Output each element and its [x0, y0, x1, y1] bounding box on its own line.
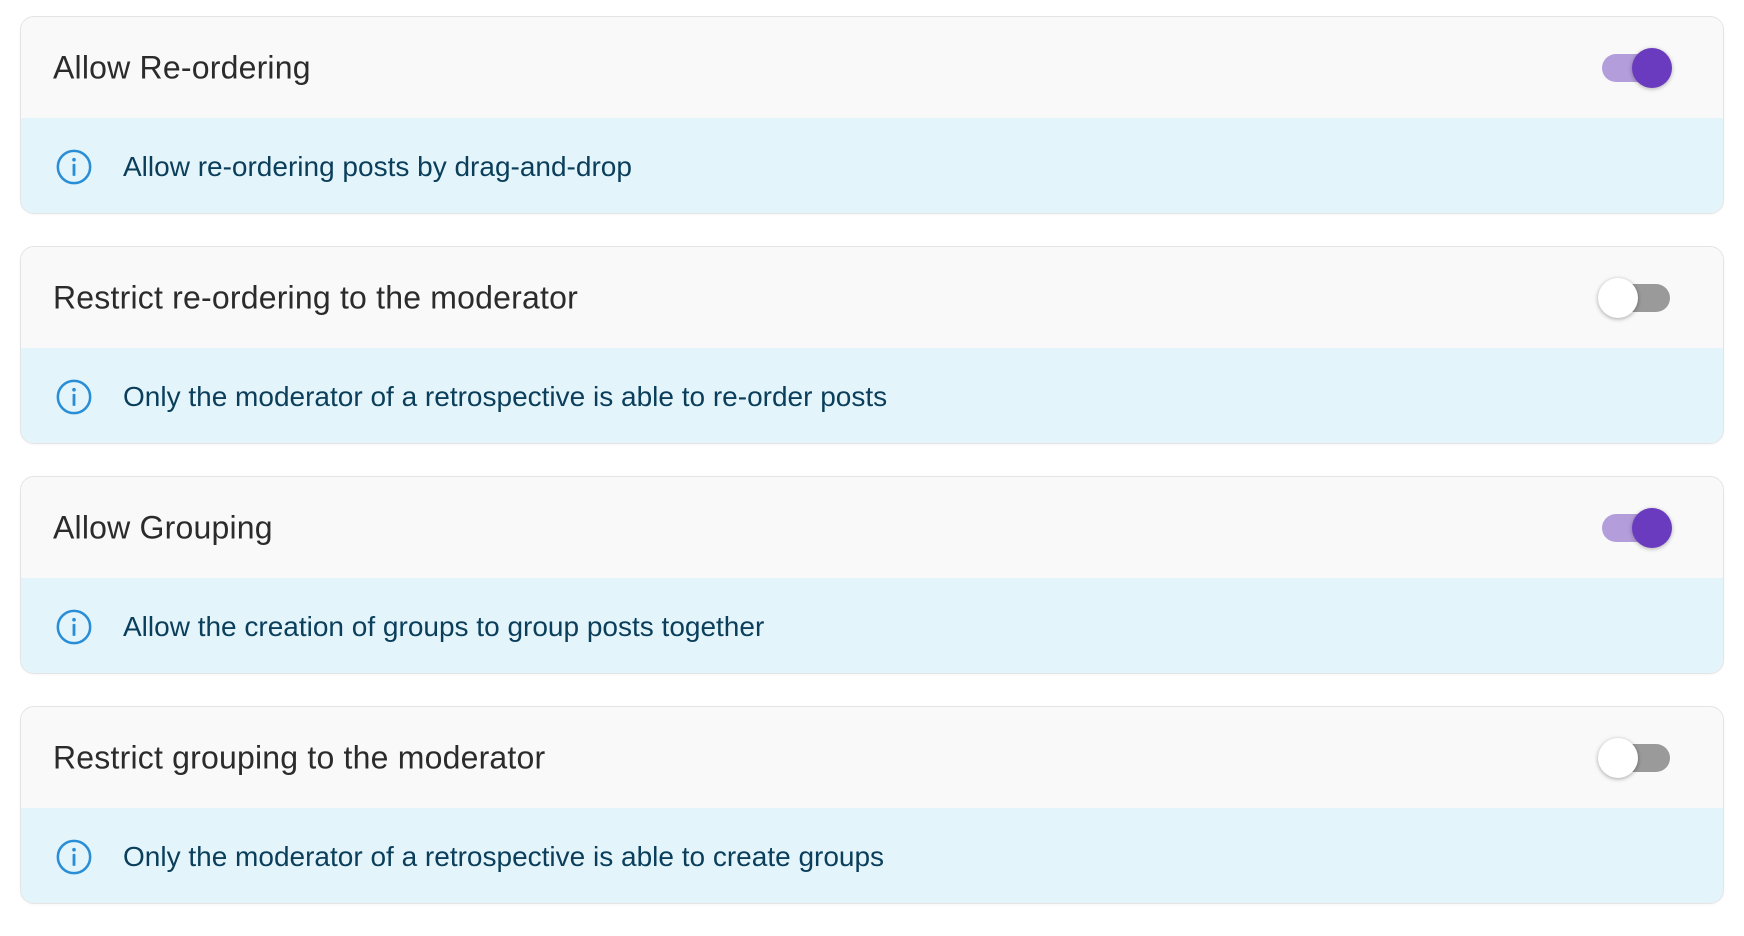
info-icon [56, 839, 92, 874]
setting-info: Allow the creation of groups to group po… [21, 578, 1723, 673]
toggle-thumb [1632, 47, 1672, 88]
setting-info: Allow re-ordering posts by drag-and-drop [21, 118, 1723, 213]
info-icon [56, 379, 92, 414]
allow-grouping-toggle[interactable] [1598, 506, 1672, 550]
setting-card-restrict-grouping: Restrict grouping to the moderator Only … [20, 706, 1724, 904]
setting-info: Only the moderator of a retrospective is… [21, 808, 1723, 903]
setting-info-text: Allow re-ordering posts by drag-and-drop [123, 150, 632, 182]
restrict-reordering-toggle[interactable] [1598, 276, 1672, 320]
setting-info: Only the moderator of a retrospective is… [21, 348, 1723, 443]
restrict-grouping-toggle[interactable] [1598, 736, 1672, 780]
toggle-thumb [1598, 737, 1638, 778]
info-icon [56, 609, 92, 644]
setting-title: Allow Re-ordering [53, 49, 311, 85]
setting-title: Restrict re-ordering to the moderator [53, 279, 578, 315]
setting-info-text: Only the moderator of a retrospective is… [123, 380, 888, 412]
allow-reordering-toggle[interactable] [1598, 46, 1672, 90]
setting-card-allow-grouping: Allow Grouping Allow the creation of gro… [20, 476, 1724, 674]
settings-list: Allow Re-ordering Allow re-ordering post… [20, 16, 1724, 936]
setting-header: Allow Grouping [21, 477, 1723, 578]
setting-info-text: Allow the creation of groups to group po… [123, 610, 765, 642]
info-icon [56, 149, 92, 184]
toggle-thumb [1632, 507, 1672, 548]
setting-title: Allow Grouping [53, 509, 273, 545]
setting-header: Restrict grouping to the moderator [21, 707, 1723, 808]
toggle-thumb [1598, 277, 1638, 318]
setting-card-restrict-reordering: Restrict re-ordering to the moderator On… [20, 246, 1724, 444]
setting-card-allow-reordering: Allow Re-ordering Allow re-ordering post… [20, 16, 1724, 214]
setting-title: Restrict grouping to the moderator [53, 739, 546, 775]
setting-header: Allow Re-ordering [21, 17, 1723, 118]
setting-header: Restrict re-ordering to the moderator [21, 247, 1723, 348]
setting-info-text: Only the moderator of a retrospective is… [123, 840, 885, 872]
